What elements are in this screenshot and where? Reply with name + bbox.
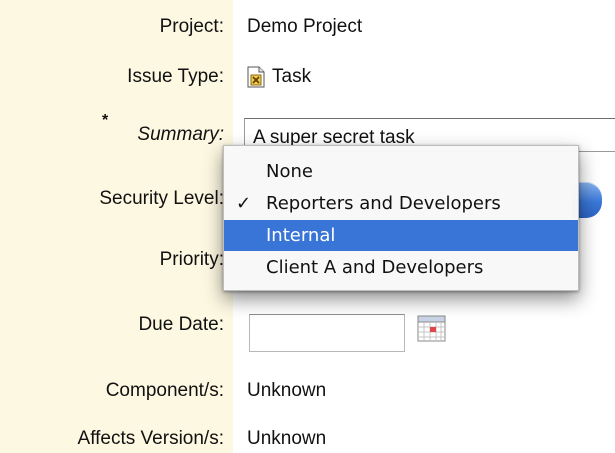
option-label: Client A and Developers [266, 257, 484, 278]
affects-versions-value: Unknown [247, 428, 327, 449]
security-level-label: Security Level: [99, 188, 224, 209]
security-option-none[interactable]: None [224, 156, 578, 187]
project-label: Project: [159, 16, 224, 37]
required-mark: * [102, 112, 109, 129]
affects-versions-label: Affects Version/s: [77, 428, 224, 449]
option-label: Internal [266, 225, 336, 246]
security-option-internal[interactable]: Internal [224, 220, 578, 251]
security-level-dropdown[interactable]: None ✓ Reporters and Developers Internal… [223, 145, 579, 291]
task-icon [247, 66, 265, 88]
components-label: Component/s: [105, 380, 224, 401]
issue-type-label: Issue Type: [127, 66, 224, 87]
due-date-label: Due Date: [138, 314, 224, 335]
priority-label: Priority: [159, 249, 224, 270]
issue-type-value: Task [272, 66, 312, 87]
components-value: Unknown [247, 380, 327, 401]
security-option-reporters-and-developers[interactable]: ✓ Reporters and Developers [224, 188, 578, 219]
project-value: Demo Project [247, 16, 363, 37]
summary-label: Summary: [137, 124, 224, 145]
due-date-input[interactable] [249, 314, 405, 352]
checkmark-icon: ✓ [236, 193, 252, 214]
security-option-client-a-and-developers[interactable]: Client A and Developers [224, 252, 578, 283]
option-label: Reporters and Developers [266, 193, 501, 214]
calendar-icon[interactable] [417, 314, 447, 344]
option-label: None [266, 161, 313, 182]
